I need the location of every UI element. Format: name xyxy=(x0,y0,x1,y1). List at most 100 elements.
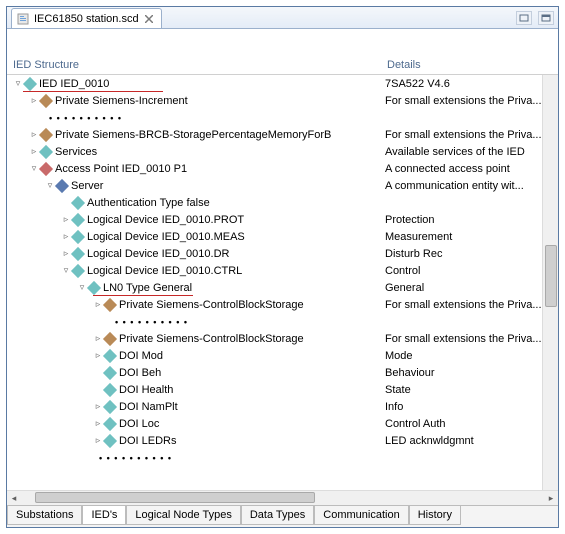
tree-label: IED IED_0010 xyxy=(39,78,385,90)
node-icon xyxy=(103,400,117,414)
detail-text: Control Auth xyxy=(385,418,446,430)
tree-row[interactable]: DOI Beh xyxy=(7,364,385,381)
detail-text: Disturb Rec xyxy=(385,248,442,260)
tree-label: Private Siemens-BRCB-StoragePercentageMe… xyxy=(55,129,385,141)
detail-row: For small extensions the Priva... xyxy=(385,126,542,143)
tree-row[interactable]: ▹ Private Siemens-Increment xyxy=(7,92,385,109)
detail-text: 7SA522 V4.6 xyxy=(385,78,450,90)
tree-row[interactable]: ▿ LN0 Type General xyxy=(7,279,385,296)
detail-text: Measurement xyxy=(385,231,452,243)
tree-row[interactable]: ▹ Private Siemens-ControlBlockStorage xyxy=(7,330,385,347)
detail-row: A communication entity wit... xyxy=(385,177,542,194)
detail-row: Mode xyxy=(385,347,542,364)
editor-tabbar: IEC61850 station.scd xyxy=(7,7,558,29)
detail-row xyxy=(385,194,542,211)
tree-label: DOI NamPlt xyxy=(119,401,385,413)
node-icon xyxy=(87,281,101,295)
tree-label: Logical Device IED_0010.CTRL xyxy=(87,265,385,277)
tree-row[interactable]: ▿ IED IED_0010 xyxy=(7,75,385,92)
bottom-tab[interactable]: Communication xyxy=(314,506,408,525)
header-structure[interactable]: IED Structure xyxy=(7,59,385,71)
node-icon xyxy=(39,94,53,108)
tree-row[interactable]: ▹ Private Siemens-BRCB-StoragePercentage… xyxy=(7,126,385,143)
editor-tab[interactable]: IEC61850 station.scd xyxy=(11,8,162,28)
tree-label: DOI LEDRs xyxy=(119,435,385,447)
tree-label: Private Siemens-Increment xyxy=(55,95,385,107)
detail-text: For small extensions the Priva... xyxy=(385,299,542,311)
detail-text: Control xyxy=(385,265,420,277)
detail-empty xyxy=(385,313,542,330)
tree-row[interactable]: ▹ DOI NamPlt xyxy=(7,398,385,415)
tree-label: DOI Health xyxy=(119,384,385,396)
tree-label: Logical Device IED_0010.DR xyxy=(87,248,385,260)
node-icon xyxy=(103,366,117,380)
maximize-icon[interactable] xyxy=(538,11,554,25)
detail-row: Behaviour xyxy=(385,364,542,381)
detail-text: Mode xyxy=(385,350,413,362)
detail-text: General xyxy=(385,282,424,294)
detail-text: Protection xyxy=(385,214,435,226)
node-icon xyxy=(71,213,85,227)
tree-row[interactable]: Authentication Type false xyxy=(7,194,385,211)
tree-row[interactable]: ▹ Logical Device IED_0010.PROT xyxy=(7,211,385,228)
detail-row: State xyxy=(385,381,542,398)
bottom-tab[interactable]: History xyxy=(409,506,461,525)
tree-label: DOI Beh xyxy=(119,367,385,379)
node-icon xyxy=(103,434,117,448)
tree-row[interactable]: ▿ Server xyxy=(7,177,385,194)
tree-row[interactable]: ▹ Services xyxy=(7,143,385,160)
tree-row[interactable]: ▹ Logical Device IED_0010.DR xyxy=(7,245,385,262)
detail-text: LED acknwldgmnt xyxy=(385,435,474,447)
editor-window: IEC61850 station.scd IED Structure Detai… xyxy=(6,6,559,528)
detail-text: Info xyxy=(385,401,403,413)
tree-row[interactable]: ▿ Access Point IED_0010 P1 xyxy=(7,160,385,177)
header-details[interactable]: Details xyxy=(385,59,558,71)
detail-empty xyxy=(385,449,542,466)
tree-row[interactable]: ▹ DOI Mod xyxy=(7,347,385,364)
detail-row: Info xyxy=(385,398,542,415)
node-icon xyxy=(23,77,37,91)
bottom-tab[interactable]: Data Types xyxy=(241,506,314,525)
tree-row[interactable]: ▹ DOI LEDRs xyxy=(7,432,385,449)
node-icon xyxy=(39,128,53,142)
bottom-tab[interactable]: Substations xyxy=(7,506,82,525)
detail-text: A connected access point xyxy=(385,163,510,175)
node-icon xyxy=(55,179,69,193)
tree-row[interactable]: DOI Health xyxy=(7,381,385,398)
tree-row[interactable]: ▿ Logical Device IED_0010.CTRL xyxy=(7,262,385,279)
tree-label: Logical Device IED_0010.MEAS xyxy=(87,231,385,243)
bottom-tab[interactable]: Logical Node Types xyxy=(126,506,240,525)
tree-label: Private Siemens-ControlBlockStorage xyxy=(119,333,385,345)
detail-row: For small extensions the Priva... xyxy=(385,92,542,109)
detail-empty xyxy=(385,109,542,126)
tree-ellipsis: • • • • • • • • • • xyxy=(7,313,385,330)
window-controls xyxy=(516,11,554,25)
tree-label: Logical Device IED_0010.PROT xyxy=(87,214,385,226)
detail-row: LED acknwldgmnt xyxy=(385,432,542,449)
horizontal-scrollbar[interactable]: ◂ ▸ xyxy=(7,490,558,505)
bottom-tab[interactable]: IED's xyxy=(82,506,126,525)
tree-pane[interactable]: ▿ IED IED_0010 ▹ Private Siemens-Increme… xyxy=(7,75,385,490)
close-icon[interactable] xyxy=(143,13,155,25)
tree-row[interactable]: ▹ DOI Loc xyxy=(7,415,385,432)
detail-row: General xyxy=(385,279,542,296)
node-icon xyxy=(71,196,85,210)
node-icon xyxy=(103,332,117,346)
scroll-left-icon[interactable]: ◂ xyxy=(7,492,21,505)
detail-text: A communication entity wit... xyxy=(385,180,524,192)
vertical-scrollbar[interactable] xyxy=(542,75,558,490)
file-icon xyxy=(16,12,30,26)
scroll-right-icon[interactable]: ▸ xyxy=(544,492,558,505)
tree-body: ▿ IED IED_0010 ▹ Private Siemens-Increme… xyxy=(7,75,558,490)
detail-row: For small extensions the Priva... xyxy=(385,330,542,347)
tree-row[interactable]: ▹ Logical Device IED_0010.MEAS xyxy=(7,228,385,245)
minimize-icon[interactable] xyxy=(516,11,532,25)
node-icon xyxy=(103,383,117,397)
hscroll-thumb[interactable] xyxy=(35,492,315,503)
node-icon xyxy=(71,247,85,261)
detail-row: For small extensions the Priva... xyxy=(385,296,542,313)
tree-row[interactable]: ▹ Private Siemens-ControlBlockStorage xyxy=(7,296,385,313)
node-icon xyxy=(103,298,117,312)
detail-row: Protection xyxy=(385,211,542,228)
tree-label: DOI Mod xyxy=(119,350,385,362)
